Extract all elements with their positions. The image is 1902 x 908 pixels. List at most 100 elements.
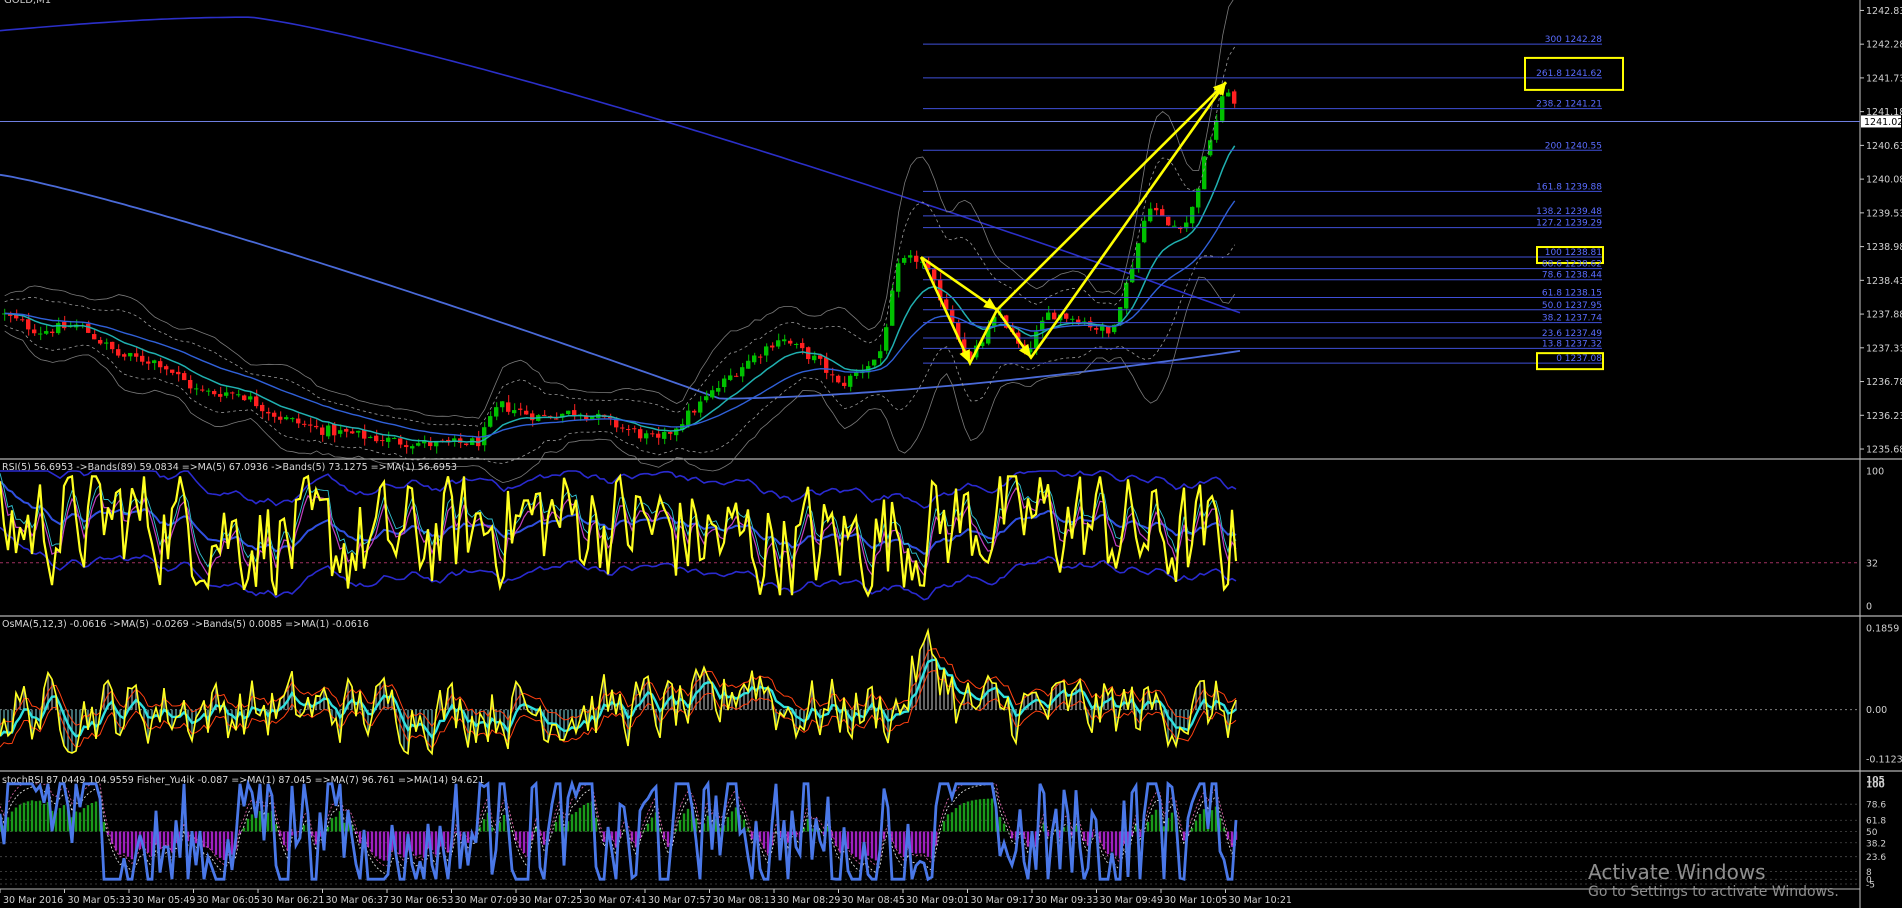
candle-body <box>506 402 511 412</box>
candle-body <box>116 349 121 356</box>
candle-body <box>776 340 781 347</box>
candle-body <box>1046 312 1051 320</box>
candle-body <box>1124 282 1129 309</box>
rsi-band-fast <box>0 473 1237 569</box>
candle-body <box>632 428 637 430</box>
band-lower <box>4 244 1236 464</box>
candle-body <box>272 412 277 417</box>
candle-body <box>38 333 43 335</box>
candle-body <box>200 389 205 391</box>
candle-body <box>872 359 877 366</box>
time-tick-label: 30 Mar 09:17 <box>971 895 1034 906</box>
fibonacci-levels: 300 1242.28 261.8 1241.62 238.2 1241.21 200… <box>923 35 1624 371</box>
candle-body <box>386 437 391 442</box>
candle-body <box>1106 326 1111 334</box>
candle-body <box>308 424 313 426</box>
fib-level-label: 88.6 1238.62 <box>1542 260 1602 270</box>
candle-body <box>410 446 415 449</box>
candle-body <box>554 418 559 420</box>
price-tick-label: 1236.23 <box>1866 411 1902 422</box>
candle-body <box>1142 220 1147 243</box>
fib-level-label: 13.8 1237.32 <box>1542 339 1602 349</box>
fib-level-label: 127.2 1239.29 <box>1536 219 1602 229</box>
candle-body <box>368 436 373 438</box>
pattern-zigzag <box>919 81 1228 367</box>
price-tick-label: 1237.88 <box>1866 310 1902 321</box>
price-tick-label: 1237.33 <box>1866 343 1902 354</box>
stoch-tick-label: 78.6 <box>1866 801 1886 811</box>
chart-window[interactable]: GOLD,M1 1242.83 1242.28 1241.73 1241.18 1240.… <box>0 0 1902 908</box>
current-price-label: 1241.02 <box>1864 117 1902 128</box>
candle-body <box>50 331 55 334</box>
candle-body <box>884 327 889 351</box>
candle-body <box>182 373 187 381</box>
candle-body <box>842 382 847 386</box>
candle-body <box>512 410 517 414</box>
candle-body <box>392 437 397 439</box>
candle-body <box>722 378 727 388</box>
candle-body <box>374 435 379 442</box>
time-tick-label: 30 Mar 06:21 <box>261 895 324 906</box>
candle-body <box>812 355 817 361</box>
candle-body <box>1136 243 1141 269</box>
candle-body <box>302 423 307 425</box>
candle-body <box>206 390 211 392</box>
candle-body <box>236 394 241 396</box>
candle-body <box>188 379 193 389</box>
candle-body <box>398 438 403 445</box>
osma-tick-label: 0.00 <box>1866 705 1887 716</box>
candle-body <box>1094 328 1099 330</box>
candle-body <box>710 390 715 398</box>
candle-body <box>416 443 421 446</box>
stoch-tick-label: 50 <box>1866 828 1878 838</box>
rsi-tick-label: 100 <box>1866 467 1884 478</box>
candle-body <box>788 340 793 344</box>
candle-body <box>1166 216 1171 226</box>
osma-panel: OsMA(5,12,3) -0.0616 ->MA(5) -0.0269 ->B… <box>0 619 1902 766</box>
candle-body <box>218 394 223 397</box>
candle-body <box>800 342 805 349</box>
candle-body <box>794 343 799 345</box>
time-tick-label: 30 Mar 08:29 <box>777 895 840 906</box>
candle-body <box>230 392 235 394</box>
candle-body <box>1202 156 1207 190</box>
mid-ma-line <box>0 173 1241 400</box>
candle-body <box>464 443 469 446</box>
fib-level-label: 300 1242.28 <box>1545 35 1603 45</box>
candle-body <box>1232 91 1237 104</box>
rsi-tick-label: 32 <box>1866 558 1878 569</box>
candle-body <box>752 355 757 363</box>
time-tick-label: 30 Mar 08:13 <box>713 895 776 906</box>
rsi-panel: RSI(5) 56.6953 ->Bands(89) 59.0834 =>MA(… <box>0 462 1884 613</box>
candle-body <box>176 371 181 375</box>
fib-level-label: 200 1240.55 <box>1545 141 1602 151</box>
candle-body <box>638 429 643 439</box>
stoch-tick-label: 61.8 <box>1866 817 1886 827</box>
time-tick-label: 30 Mar 07:09 <box>455 895 518 906</box>
candle-body <box>380 440 385 442</box>
candle-body <box>32 329 37 334</box>
candle-body <box>338 430 343 434</box>
candle-body <box>1160 209 1165 216</box>
time-tick-label: 30 Mar 08:45 <box>842 895 905 906</box>
candle-body <box>1154 207 1159 211</box>
candle-body <box>266 411 271 414</box>
price-tick-label: 1236.78 <box>1866 377 1902 388</box>
fib-level-label: 78.6 1238.44 <box>1542 271 1602 281</box>
trading-chart[interactable]: GOLD,M11242.831242.281241.731241.181240.… <box>0 0 1902 908</box>
price-tick-label: 1242.28 <box>1866 40 1902 51</box>
fib-level-label: 261.8 1241.62 <box>1536 69 1602 79</box>
candle-body <box>122 354 127 357</box>
price-tick-label: 1238.43 <box>1866 276 1902 287</box>
candle-body <box>662 431 667 439</box>
price-tick-label: 1241.73 <box>1866 73 1902 84</box>
time-tick-label: 30 Mar 06:53 <box>390 895 453 906</box>
candle-body <box>740 367 745 377</box>
candle-body <box>356 430 361 433</box>
time-tick-label: 30 Mar 05:33 <box>68 895 131 906</box>
candle-body <box>104 342 109 344</box>
harmonic-pattern <box>919 81 1228 367</box>
candle-body <box>620 427 625 429</box>
candle-body <box>500 401 505 408</box>
time-tick-label: 30 Mar 09:01 <box>906 895 969 906</box>
